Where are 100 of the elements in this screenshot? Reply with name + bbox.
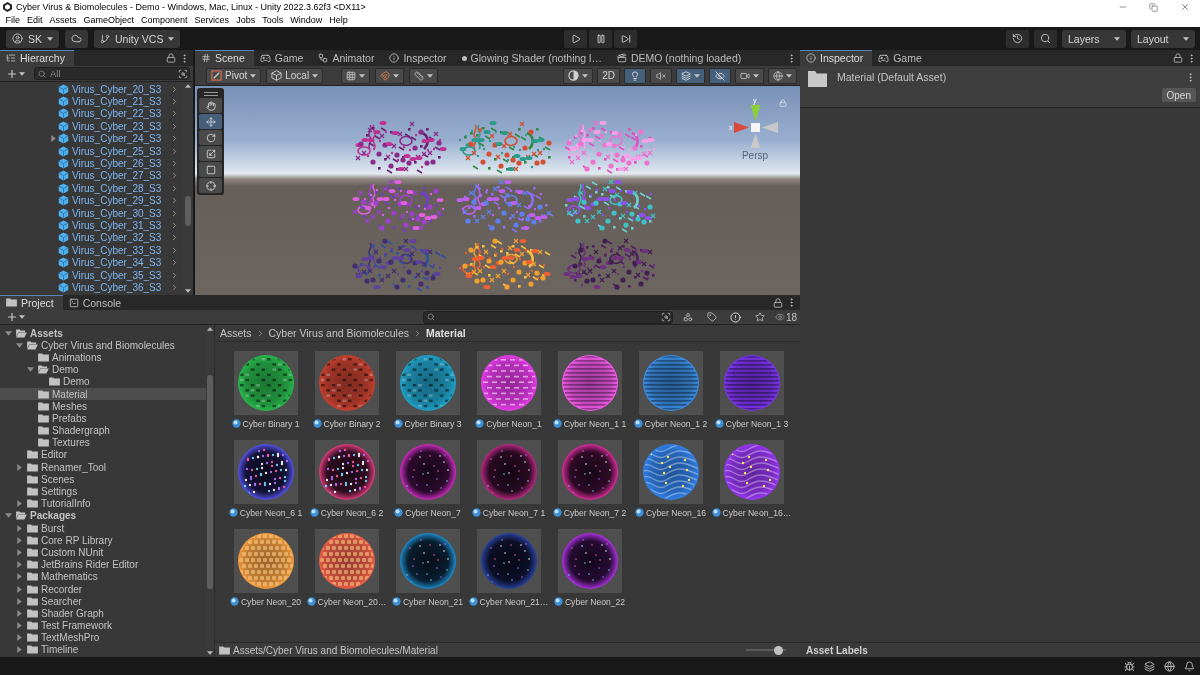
asset-name[interactable]: Cyber Neon_1 3 [725, 418, 789, 429]
folder-tree-item[interactable]: Packages [0, 509, 206, 522]
hand-tool-button[interactable] [199, 98, 222, 113]
collapsed-triangle-icon[interactable] [15, 609, 23, 617]
audio-toggle-button[interactable] [650, 67, 672, 84]
hierarchy-item[interactable]: Virus_Cyber_23_S3 [0, 120, 183, 133]
search-button[interactable] [1034, 29, 1057, 48]
asset-name[interactable]: Cyber Neon_6 1 [239, 507, 303, 518]
search-field[interactable] [422, 310, 673, 324]
account-dropdown[interactable]: SK [6, 29, 59, 48]
collapsed-triangle-icon[interactable] [15, 597, 23, 605]
gizmos-button[interactable] [768, 67, 797, 84]
material-thumbnail[interactable] [314, 529, 379, 593]
folder-tree-item[interactable]: Mathematics [0, 570, 206, 583]
pivot-dropdown[interactable]: Pivot [206, 67, 262, 84]
menu-item[interactable]: Component [137, 14, 192, 27]
globe-icon[interactable] [1164, 660, 1175, 672]
rotate-tool-button[interactable] [199, 130, 222, 145]
folder-tree-item[interactable]: Material [0, 387, 206, 401]
scene-tab[interactable]: Inspector [383, 50, 456, 66]
folder-tree-item[interactable]: Burst [0, 522, 206, 535]
material-thumbnail[interactable] [233, 351, 298, 415]
folder-tree-item[interactable]: JetBrains Rider Editor [0, 558, 206, 571]
lighting-toggle-button[interactable] [624, 67, 646, 84]
effects-toggle-button[interactable] [676, 67, 705, 84]
asset-name[interactable]: Cyber Neon_1 2 [644, 418, 708, 429]
history-button[interactable] [1006, 29, 1029, 48]
pause-button[interactable] [589, 29, 612, 48]
folder-tree-item[interactable]: Scenes [0, 473, 206, 486]
expanded-triangle-icon[interactable] [26, 366, 34, 374]
transform-tool-button[interactable] [199, 178, 222, 193]
bug-icon[interactable] [1124, 660, 1135, 672]
hierarchy-item[interactable]: Virus_Cyber_32_S3 [0, 231, 183, 245]
menu-item[interactable]: Tools [258, 14, 287, 27]
menu-item[interactable]: Assets [46, 14, 81, 27]
material-thumbnail[interactable] [638, 440, 703, 504]
collapsed-triangle-icon[interactable] [15, 573, 23, 581]
hierarchy-item[interactable]: Virus_Cyber_35_S3 [0, 268, 183, 282]
collapsed-triangle-icon[interactable] [15, 622, 23, 630]
folder-tree-item[interactable]: Settings [0, 485, 206, 498]
material-thumbnail[interactable] [557, 351, 622, 415]
folder-tree-item[interactable]: Assets [0, 327, 206, 340]
inspector-tab[interactable]: Inspector [800, 50, 873, 66]
search-field[interactable]: All [34, 67, 190, 80]
rect-tool-button[interactable] [199, 162, 222, 177]
menu-item[interactable]: GameObject [80, 14, 138, 27]
folder-tree-item[interactable]: Textures [0, 436, 206, 449]
material-thumbnail[interactable] [476, 529, 541, 593]
thumbnail-size-slider[interactable] [746, 645, 786, 655]
hierarchy-item[interactable]: Virus_Cyber_28_S3 [0, 182, 183, 195]
cloud-button[interactable] [65, 29, 88, 48]
scrollbar-thumb[interactable] [185, 196, 191, 226]
inspector-tab[interactable]: Game [872, 50, 931, 66]
hierarchy-item[interactable]: Virus_Cyber_24_S3 [0, 132, 183, 145]
layers-dropdown[interactable]: Layers [1062, 29, 1126, 48]
folder-tree-item[interactable]: Meshes [0, 400, 206, 413]
layers-icon[interactable] [1144, 660, 1155, 672]
material-thumbnail[interactable] [557, 529, 622, 593]
hidden-packages-button[interactable]: 18 [774, 311, 797, 323]
handle-space-dropdown[interactable]: Local [266, 67, 324, 84]
slider-thumb[interactable] [774, 645, 784, 655]
material-thumbnail[interactable] [314, 440, 379, 504]
expanded-triangle-icon[interactable] [4, 329, 12, 337]
breadcrumb-link[interactable]: Material [425, 327, 467, 339]
asset-name[interactable]: Cyber Binary 3 [404, 418, 462, 429]
open-button[interactable]: Open [1161, 88, 1196, 102]
hierarchy-item[interactable]: Virus_Cyber_21_S3 [0, 95, 183, 108]
collapsed-triangle-icon[interactable] [15, 500, 23, 508]
material-thumbnail[interactable] [557, 440, 622, 504]
folder-tree-item[interactable]: Prefabs [0, 412, 206, 425]
material-thumbnail[interactable] [395, 351, 460, 415]
asset-name[interactable]: Cyber Neon_1 1 [563, 418, 627, 429]
folder-tree-item[interactable]: Demo [0, 375, 206, 388]
scroll-down-arrow-icon[interactable] [185, 289, 191, 293]
asset-name[interactable]: Cyber Binary 2 [323, 418, 381, 429]
asset-name[interactable]: Cyber Neon_21… [479, 596, 549, 607]
menu-item[interactable]: Jobs [232, 14, 259, 27]
lock-icon[interactable] [1173, 53, 1183, 63]
project-tab[interactable]: Console [62, 295, 131, 310]
material-thumbnail[interactable] [233, 440, 298, 504]
drag-handle-icon[interactable] [203, 91, 218, 96]
folder-tree-item[interactable]: TutorialInfo [0, 497, 206, 510]
material-thumbnail[interactable] [476, 440, 541, 504]
asset-name[interactable]: Cyber Neon_20 [240, 596, 302, 607]
scan-search-icon[interactable] [178, 68, 188, 79]
hierarchy-item[interactable]: Virus_Cyber_25_S3 [0, 144, 183, 158]
grid-settings-button[interactable] [409, 67, 439, 84]
breadcrumb-link[interactable]: Assets [219, 327, 253, 339]
scrollbar[interactable] [206, 325, 214, 657]
scroll-down-arrow-icon[interactable] [207, 651, 213, 655]
material-thumbnail[interactable] [233, 529, 298, 593]
scroll-up-arrow-icon[interactable] [207, 327, 213, 331]
scene-tab[interactable]: Animator [312, 50, 384, 66]
collapsed-triangle-icon[interactable] [15, 463, 23, 471]
2d-toggle-button[interactable]: 2D [597, 67, 620, 84]
expanded-triangle-icon[interactable] [4, 512, 12, 520]
asset-name[interactable]: Cyber Neon_16… [722, 507, 792, 518]
folder-tree-item[interactable]: Test Framework [0, 619, 206, 632]
asset-name[interactable]: Cyber Binary 1 [242, 418, 300, 429]
asset-name[interactable]: Cyber Neon_16 [645, 507, 707, 518]
